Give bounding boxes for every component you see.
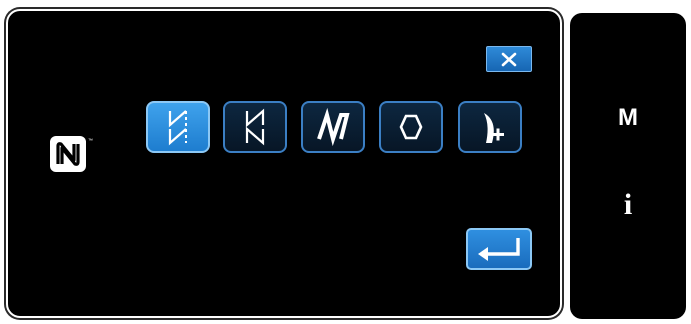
pattern-zigzag-m-icon [317, 107, 350, 147]
pattern-custom-add-icon [484, 113, 504, 143]
nfc-icon: ™ [48, 134, 96, 176]
pattern-button-custom-add[interactable] [458, 101, 522, 153]
side-panel [570, 13, 686, 319]
pattern-hexagon-icon [399, 114, 423, 140]
mode-button[interactable]: M [570, 104, 686, 132]
pattern-button-zigzag[interactable] [301, 101, 365, 153]
pattern-bartack-icon [245, 108, 265, 146]
pattern-button-hexagon[interactable] [379, 101, 443, 153]
close-button[interactable] [486, 46, 532, 72]
screen-frame: ™ M i [0, 0, 691, 324]
close-icon [501, 52, 517, 67]
svg-text:™: ™ [88, 138, 93, 144]
pattern-bartack-dashed-icon [168, 110, 187, 146]
pattern-button-bartack[interactable] [223, 101, 287, 153]
info-button[interactable]: i [570, 188, 686, 222]
enter-button[interactable] [466, 228, 532, 270]
enter-return-icon [478, 238, 520, 261]
pattern-button-bartack-dashed[interactable] [146, 101, 210, 153]
